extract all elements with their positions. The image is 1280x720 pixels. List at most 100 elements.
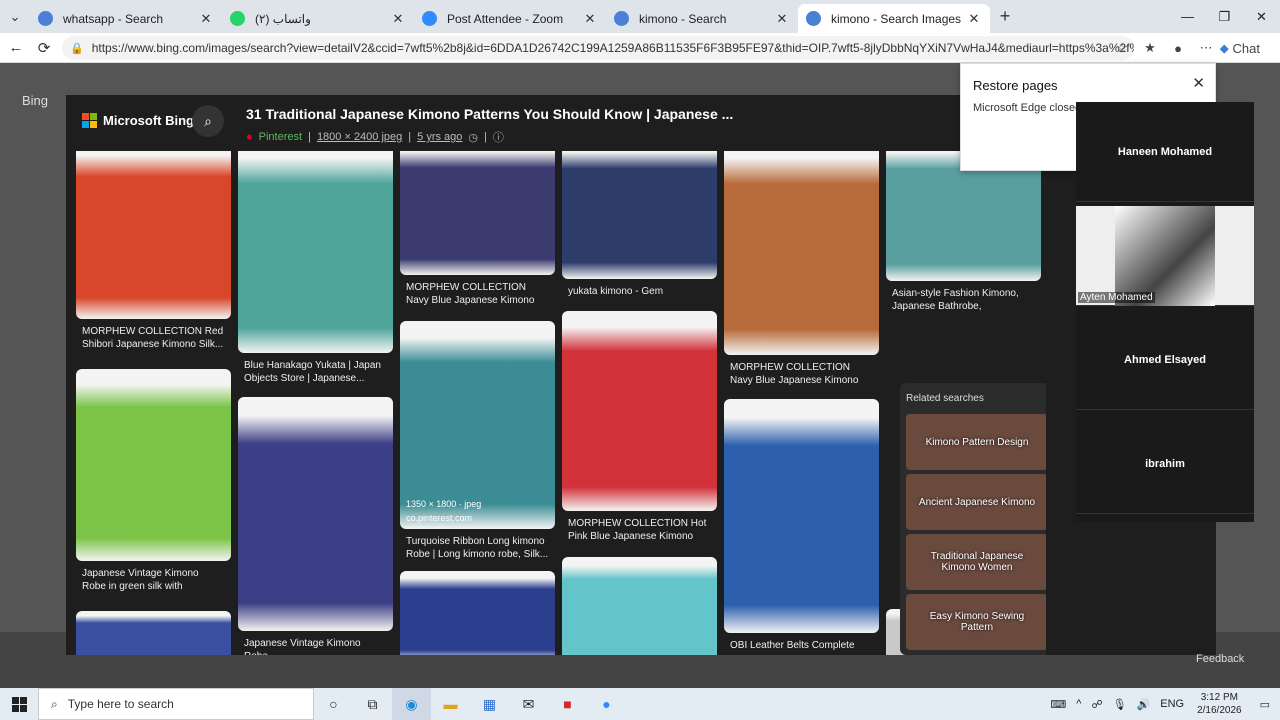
- kimono-thumbnail[interactable]: [724, 151, 879, 355]
- image-caption[interactable]: Japanese Vintage Kimono Robe in green si…: [76, 567, 231, 593]
- more-menu-icon[interactable]: ⋯: [1192, 40, 1220, 56]
- taskbar-search[interactable]: ⌕ Type here to search: [38, 688, 314, 720]
- notifications-icon[interactable]: ▭: [1250, 698, 1280, 711]
- image-card[interactable]: [76, 611, 231, 655]
- image-caption[interactable]: MORPHEW COLLECTION Navy Blue Japanese Ki…: [724, 361, 879, 387]
- image-card[interactable]: MORPHEW COLLECTION Navy Blue Japanese Ki…: [400, 151, 555, 307]
- image-caption[interactable]: yukata kimono - Gem: [562, 285, 717, 311]
- image-card[interactable]: MORPHEW COLLECTION Hot Pink Blue Japanes…: [562, 311, 717, 543]
- image-card[interactable]: Asian-style Fashion Kimono, Japanese Bat…: [886, 151, 1041, 313]
- image-caption[interactable]: Turquoise Ribbon Long kimono Robe | Long…: [400, 535, 555, 561]
- close-icon[interactable]: ✕: [1192, 74, 1205, 92]
- image-card[interactable]: [562, 557, 717, 655]
- image-card[interactable]: yukata kimono - Gem: [562, 151, 717, 311]
- chat-button[interactable]: ◆ Chat: [1220, 41, 1280, 56]
- kimono-thumbnail[interactable]: 1350 × 1800 · jpeg co.pinterest.com: [400, 321, 555, 529]
- image-caption[interactable]: Asian-style Fashion Kimono, Japanese Bat…: [886, 287, 1041, 313]
- kimono-thumbnail[interactable]: [238, 151, 393, 353]
- profile-avatar[interactable]: ●: [1164, 41, 1192, 56]
- tab-4[interactable]: kimono - Search Images ✕: [798, 4, 990, 33]
- dimensions-link[interactable]: 1800 × 2400 jpeg: [317, 131, 402, 143]
- kimono-thumbnail[interactable]: [724, 399, 879, 633]
- kimono-thumbnail[interactable]: [400, 151, 555, 275]
- clock[interactable]: 3:12 PM 2/16/2026: [1189, 691, 1250, 717]
- related-search-item[interactable]: Easy Kimono Sewing Pattern: [906, 594, 1046, 650]
- tab-3[interactable]: kimono - Search ✕: [606, 4, 798, 33]
- image-caption[interactable]: MORPHEW COLLECTION Red Shibori Japanese …: [76, 325, 231, 351]
- kimono-thumbnail[interactable]: [76, 369, 231, 561]
- kimono-thumbnail[interactable]: [76, 611, 231, 655]
- participant-name: ibrahim: [1145, 457, 1185, 470]
- thumbnail-source[interactable]: co.pinterest.com: [406, 513, 472, 523]
- close-tab-icon[interactable]: ✕: [198, 11, 214, 27]
- favorites-icon[interactable]: ★: [1136, 40, 1164, 56]
- language-label[interactable]: ENG: [1155, 698, 1189, 710]
- image-caption[interactable]: MORPHEW COLLECTION Navy Blue Japanese Ki…: [400, 281, 555, 307]
- close-tab-icon[interactable]: ✕: [966, 11, 982, 27]
- store-icon[interactable]: ▦: [470, 688, 509, 720]
- url-field[interactable]: 🔒 https://www.bing.com/images/search?vie…: [62, 36, 1134, 60]
- image-card[interactable]: OBI Leather Belts Complete: [724, 399, 879, 655]
- start-button[interactable]: [0, 696, 38, 712]
- microsoft-bing-logo[interactable]: Microsoft Bing: [82, 113, 194, 128]
- related-search-item[interactable]: Kimono Pattern Design: [906, 414, 1046, 470]
- participant-tile[interactable]: Haneen Mohamed: [1076, 102, 1254, 202]
- image-caption[interactable]: OBI Leather Belts Complete: [724, 639, 879, 655]
- maximize-button[interactable]: ❐: [1206, 0, 1243, 33]
- kimono-thumbnail[interactable]: [238, 397, 393, 631]
- image-card[interactable]: Japanese Vintage Kimono Robe in green si…: [76, 369, 231, 593]
- related-search-item[interactable]: Traditional Japanese Kimono Women: [906, 534, 1046, 590]
- keyboard-icon[interactable]: ⌨: [1045, 698, 1071, 711]
- refresh-button[interactable]: ⟳: [30, 39, 58, 57]
- image-card[interactable]: Japanese Vintage Kimono Robe: [238, 397, 393, 655]
- minimize-button[interactable]: —: [1169, 0, 1206, 33]
- source-link[interactable]: Pinterest: [259, 131, 302, 143]
- image-card[interactable]: Blue Hanakago Yukata | Japan Objects Sto…: [238, 151, 393, 385]
- image-card[interactable]: MORPHEW COLLECTION Red Shibori Japanese …: [76, 151, 231, 351]
- volume-icon[interactable]: 🔊: [1132, 698, 1156, 711]
- tab-1[interactable]: واتساب (٢) ✕: [222, 4, 414, 33]
- favorite-star-icon[interactable]: ☆: [1108, 40, 1136, 56]
- kimono-thumbnail[interactable]: [562, 557, 717, 655]
- tab-actions-button[interactable]: ⌄: [0, 0, 30, 33]
- kimono-thumbnail[interactable]: [400, 571, 555, 655]
- close-window-button[interactable]: ✕: [1243, 0, 1280, 33]
- related-search-item[interactable]: Ancient Japanese Kimono: [906, 474, 1046, 530]
- file-explorer-icon[interactable]: ▬: [431, 688, 470, 720]
- image-card[interactable]: [400, 571, 555, 655]
- image-card[interactable]: MORPHEW COLLECTION Navy Blue Japanese Ki…: [724, 151, 879, 387]
- new-tab-button[interactable]: +: [990, 6, 1020, 27]
- participant-tile[interactable]: ibrahim: [1076, 414, 1254, 514]
- related-search-label: Traditional Japanese Kimono Women: [930, 551, 1024, 573]
- kimono-thumbnail[interactable]: [76, 151, 231, 319]
- wps-icon[interactable]: ■: [548, 688, 587, 720]
- image-card[interactable]: 1350 × 1800 · jpeg co.pinterest.com Turquo…: [400, 321, 555, 561]
- tab-2[interactable]: Post Attendee - Zoom ✕: [414, 4, 606, 33]
- network-icon[interactable]: ☍: [1086, 698, 1107, 711]
- tab-0[interactable]: whatsapp - Search ✕: [30, 4, 222, 33]
- viewer-title[interactable]: 31 Traditional Japanese Kimono Patterns …: [246, 106, 733, 122]
- close-tab-icon[interactable]: ✕: [390, 11, 406, 27]
- edge-icon[interactable]: ◉: [392, 688, 431, 720]
- feedback-button[interactable]: Feedback: [1196, 653, 1244, 665]
- close-tab-icon[interactable]: ✕: [582, 11, 598, 27]
- image-caption[interactable]: Japanese Vintage Kimono Robe: [238, 637, 393, 655]
- image-caption[interactable]: MORPHEW COLLECTION Hot Pink Blue Japanes…: [562, 517, 717, 543]
- search-icon[interactable]: ⌕: [192, 105, 224, 137]
- participant-tile[interactable]: Ayten Mohamed: [1076, 205, 1254, 306]
- mail-icon[interactable]: ✉: [509, 688, 548, 720]
- task-view-icon[interactable]: ⧉: [353, 688, 392, 720]
- image-caption[interactable]: Blue Hanakago Yukata | Japan Objects Sto…: [238, 359, 393, 385]
- tray-chevron-icon[interactable]: ^: [1071, 698, 1086, 710]
- cortana-icon[interactable]: ○: [314, 688, 353, 720]
- zoom-app-icon[interactable]: ●: [587, 688, 626, 720]
- back-button[interactable]: ←: [2, 39, 30, 56]
- participant-tile[interactable]: Ahmed Elsayed: [1076, 310, 1254, 410]
- close-tab-icon[interactable]: ✕: [774, 11, 790, 27]
- kimono-thumbnail[interactable]: [562, 311, 717, 511]
- age-link[interactable]: 5 yrs ago: [417, 131, 462, 143]
- mic-icon[interactable]: 🎙: [1108, 698, 1132, 711]
- participant-label: Ayten Mohamed: [1078, 292, 1155, 303]
- kimono-thumbnail[interactable]: [562, 151, 717, 279]
- info-icon[interactable]: ⓘ: [493, 129, 504, 145]
